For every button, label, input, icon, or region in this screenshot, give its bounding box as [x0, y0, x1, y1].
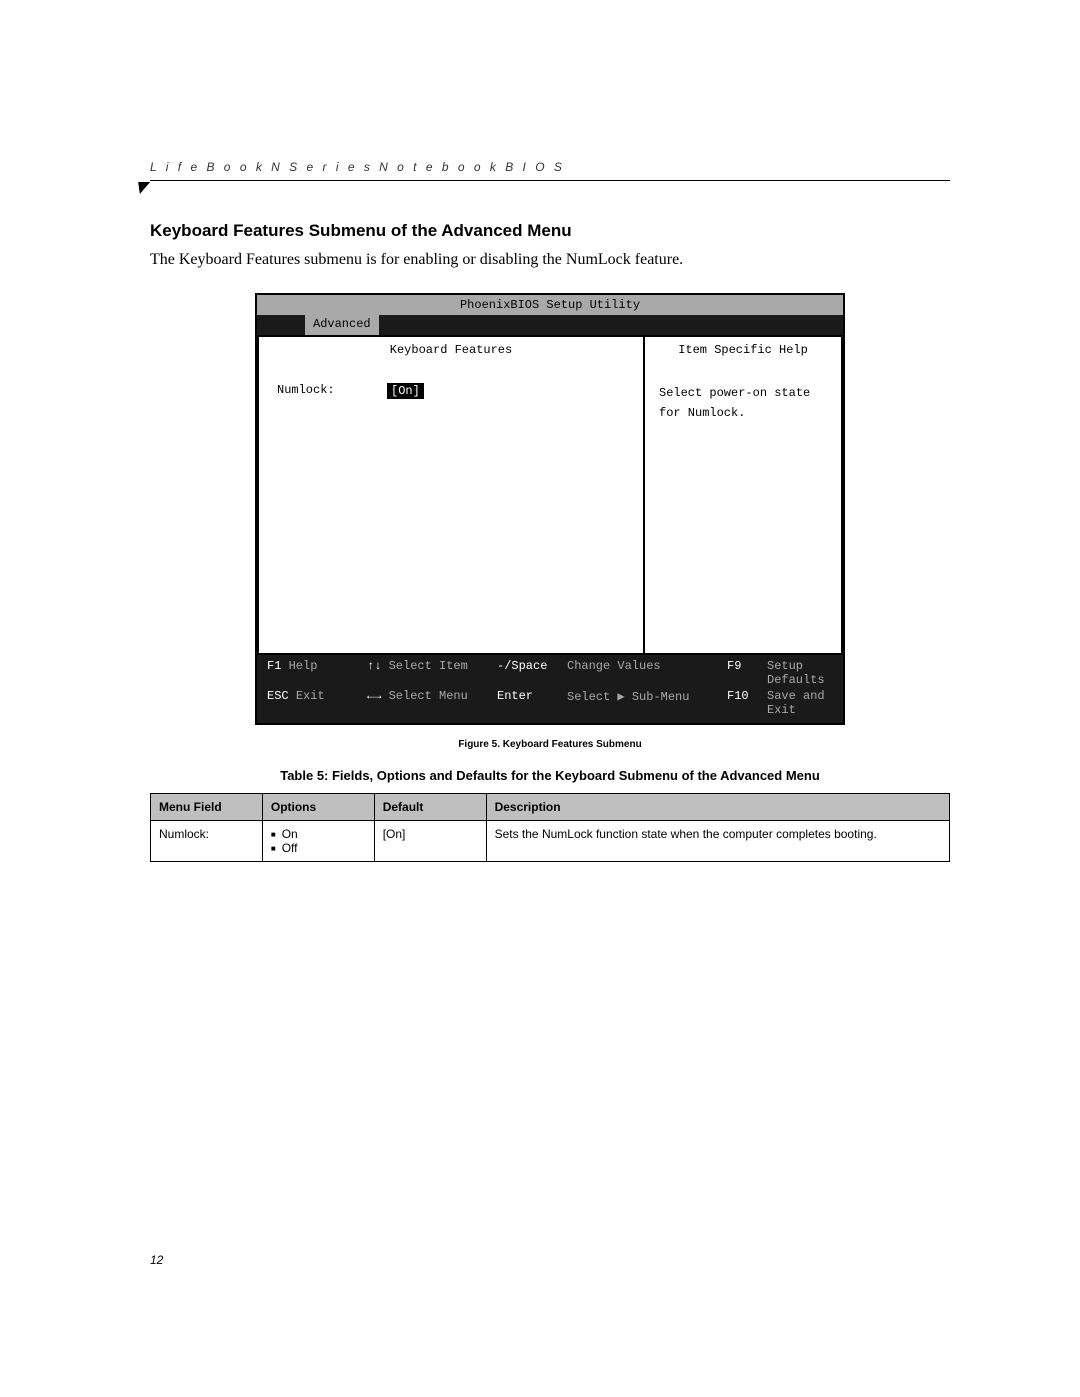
bios-key-label: Change Values: [567, 659, 661, 673]
bios-key-enter: Enter: [497, 689, 533, 703]
arrow-updown-icon: ↑↓: [367, 659, 381, 673]
bios-key-label: Save and Exit: [767, 689, 825, 717]
bios-field-value: [On]: [387, 383, 424, 399]
bios-key-label: Select ▶ Sub-Menu: [567, 690, 689, 704]
running-header: L i f e B o o k N S e r i e s N o t e b …: [150, 160, 950, 181]
bios-menubar: Advanced: [257, 315, 843, 335]
bios-help-panel: Item Specific Help Select power-on state…: [643, 335, 843, 655]
option-item: On: [271, 827, 366, 841]
bios-key-label: Select Menu: [389, 689, 468, 703]
table-title: Table 5: Fields, Options and Defaults fo…: [150, 768, 950, 783]
page-number: 12: [150, 1253, 163, 1267]
bios-help-line: for Numlock.: [659, 403, 829, 423]
td-field: Numlock:: [151, 821, 263, 862]
bios-footer: F1 Help ↑↓ Select Item -/Space Change Va…: [257, 655, 843, 723]
page: L i f e B o o k N S e r i e s N o t e b …: [0, 0, 1080, 1397]
bios-field-label: Numlock:: [277, 383, 347, 397]
table-row: Numlock: On Off [On] Sets the NumLock fu…: [151, 821, 950, 862]
intro-paragraph: The Keyboard Features submenu is for ena…: [150, 251, 950, 269]
bios-key-f1: F1: [267, 659, 281, 673]
bios-key-minusspace: -/Space: [497, 659, 547, 673]
bios-help-line: Select power-on state: [659, 383, 829, 403]
bios-tab-advanced: Advanced: [305, 315, 379, 335]
option-item: Off: [271, 841, 366, 855]
bios-screenshot: PhoenixBIOS Setup Utility Advanced Keybo…: [255, 293, 845, 725]
section-heading: Keyboard Features Submenu of the Advance…: [150, 221, 950, 241]
th-default: Default: [374, 794, 486, 821]
bios-key-label: Select Item: [389, 659, 468, 673]
bios-left-title: Keyboard Features: [259, 337, 643, 363]
bios-key-label: Help: [289, 659, 318, 673]
td-description: Sets the NumLock function state when the…: [486, 821, 949, 862]
bios-left-panel: Keyboard Features Numlock: [On]: [257, 335, 643, 655]
bios-key-esc: ESC: [267, 689, 289, 703]
bios-key-f9: F9: [727, 659, 741, 673]
figure-caption: Figure 5. Keyboard Features Submenu: [150, 739, 950, 750]
th-menu-field: Menu Field: [151, 794, 263, 821]
bios-help-title: Item Specific Help: [645, 337, 841, 363]
td-default: [On]: [374, 821, 486, 862]
th-options: Options: [262, 794, 374, 821]
fields-table: Menu Field Options Default Description N…: [150, 793, 950, 862]
bios-key-label: Exit: [296, 689, 325, 703]
bios-title: PhoenixBIOS Setup Utility: [257, 295, 843, 315]
th-description: Description: [486, 794, 949, 821]
arrow-leftright-icon: ←→: [367, 689, 381, 703]
bios-key-f10: F10: [727, 689, 749, 703]
td-options: On Off: [262, 821, 374, 862]
bios-key-label: Setup Defaults: [767, 659, 825, 687]
